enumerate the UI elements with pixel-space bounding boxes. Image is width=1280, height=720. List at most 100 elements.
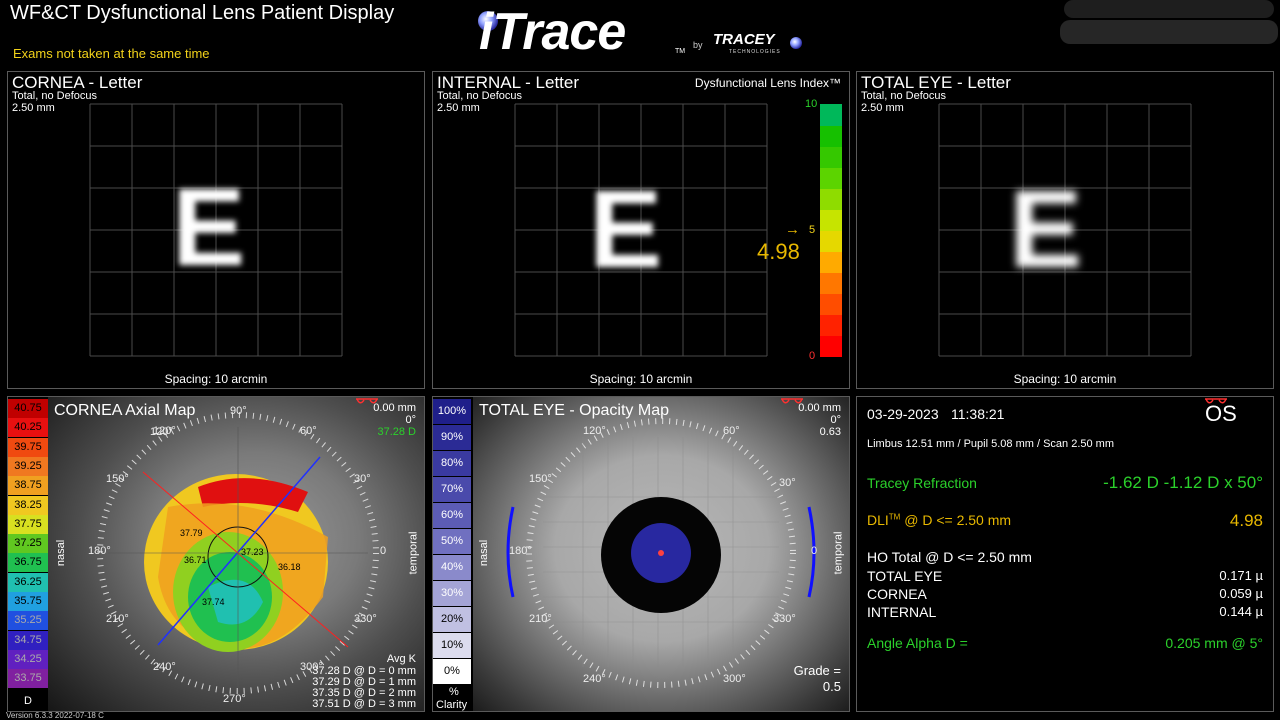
axial-scale-swatch: 35.75	[8, 592, 48, 611]
axial-scale-swatch: 35.25	[8, 611, 48, 631]
axial-map-label: 37.74	[202, 597, 225, 607]
axial-map-label: 37.79	[180, 528, 203, 538]
axial-scale-swatch: 40.75	[8, 399, 48, 418]
panel-title: CORNEA Axial Map	[54, 402, 196, 419]
dli-result-value: 4.98	[1229, 511, 1263, 530]
opacity-scale-swatch: 40%	[433, 555, 471, 580]
opacity-scale-swatch: 10%	[433, 633, 471, 658]
dli-scale-segment	[820, 209, 842, 231]
version-label: Version 6.3.3 2022-07-18 C	[6, 711, 104, 720]
opacity-scale-swatch: 0%	[433, 659, 471, 684]
axial-scale-swatch: 34.75	[8, 630, 48, 650]
tracey-logo-sub: TECHNOLOGIES	[729, 49, 781, 55]
temporal-label: temporal	[832, 531, 845, 575]
angle-label: 240°	[153, 661, 176, 673]
axial-scale-unit: D	[24, 695, 32, 707]
axial-scale-swatch: 36.75	[8, 553, 48, 573]
tracey-logo-text: TRACEY	[713, 31, 775, 48]
refraction-label: Tracey Refraction	[867, 475, 977, 491]
angle-90-label: 90°	[230, 405, 247, 417]
itrace-logo-text: iTrace	[479, 3, 626, 61]
avgk-title: Avg K	[386, 653, 416, 665]
dli-scale-segment	[820, 167, 842, 189]
cornea-axial-map-panel: 40.75 40.25 39.75 39.25 38.75 38.25 37.75 37.25…	[7, 396, 425, 712]
angle-label: 330°	[354, 613, 377, 625]
opacity-scale-swatch: 90%	[433, 425, 471, 450]
tracey-logo-dot-icon	[790, 37, 802, 49]
opacity-scale-swatch: 80%	[433, 451, 471, 476]
spacing-label: Spacing: 10 arcmin	[1013, 372, 1117, 386]
itrace-logo: iTrace TM by TRACEY TECHNOLOGIES	[475, 3, 805, 62]
opacity-scale-label: Clarity	[436, 699, 468, 711]
nasal-label: nasal	[478, 539, 491, 567]
axial-info-angle: 0°	[405, 414, 416, 426]
axial-map-label: 37.23	[241, 547, 264, 557]
opacity-scale-swatch: 70%	[433, 477, 471, 502]
ho-row-value: 0.059 µ	[1219, 586, 1263, 601]
dli-scale-mid: 5	[809, 224, 816, 236]
grade-label: Grade =	[793, 663, 841, 678]
dli-label-tm: TM	[888, 512, 901, 522]
ho-row-label: INTERNAL	[867, 604, 937, 620]
axial-scale-swatch: 36.25	[8, 572, 48, 592]
axial-map-label: 36.18	[278, 562, 301, 572]
ho-row-value: 0.171 µ	[1219, 568, 1263, 583]
axial-scale-swatch: 39.25	[8, 456, 48, 476]
dli-label-range: @ D <= 2.50 mm	[900, 512, 1012, 528]
angle-label: 300°	[723, 673, 746, 685]
angle-label: 120°	[153, 425, 176, 437]
angle-label: 150°	[106, 473, 129, 485]
angle-label: 240°	[583, 673, 606, 685]
exam-date: 03-29-2023	[867, 406, 939, 422]
angle-alpha-label: Angle Alpha D =	[867, 635, 968, 651]
total-eye-letter-panel: TOTAL EYE - Letter Total, no Defocus 2.5…	[856, 71, 1274, 389]
opacity-color-scale: 100% 90% 80% 70% 60% 50% 40% 30% 20% 10% 0%	[433, 399, 471, 685]
top-right-placeholder-1	[1064, 0, 1274, 18]
spacing-label: Spacing: 10 arcmin	[589, 372, 693, 386]
exam-time: 11:38:21	[951, 406, 1005, 422]
app-title: WF&CT Dysfunctional Lens Patient Display	[10, 2, 395, 24]
itrace-logo-tm: TM	[675, 48, 686, 55]
angle-label: 60°	[300, 425, 317, 437]
angle-label: 30°	[779, 477, 796, 489]
itrace-logo-by: by	[693, 40, 703, 50]
angle-label: 180°	[509, 545, 532, 557]
eye-side: OS	[1205, 401, 1237, 426]
angle-label: 270°	[223, 693, 246, 705]
angle-label: 60°	[723, 425, 740, 437]
letter-e-image: E	[589, 168, 663, 291]
dli-arrow-icon: →	[785, 221, 800, 238]
axial-map-label: 36.71	[184, 555, 207, 565]
axial-scale-swatch: 33.75	[8, 669, 48, 689]
nasal-label: nasal	[55, 539, 68, 567]
ho-title: HO Total @ D <= 2.50 mm	[867, 549, 1032, 565]
angle-label: 330°	[773, 613, 796, 625]
axial-scale-swatch: 34.25	[8, 649, 48, 669]
opacity-scale-swatch: 20%	[433, 607, 471, 632]
opacity-scale-swatch: 50%	[433, 529, 471, 554]
dli-scale-segment	[820, 104, 842, 126]
dli-scale-segment	[820, 335, 842, 357]
dli-label: DLITM @ D <= 2.50 mm	[867, 512, 1011, 528]
opacity-info-angle: 0°	[830, 414, 841, 426]
opacity-scale-unit: %	[449, 686, 459, 698]
angle-label: 30°	[354, 473, 371, 485]
dli-value: 4.98	[757, 239, 800, 264]
angle-alpha-value: 0.205 mm @ 5°	[1165, 635, 1263, 651]
dli-scale-segment	[820, 314, 842, 336]
angle-label: 180°	[88, 545, 111, 557]
axial-scale-swatch: 38.75	[8, 476, 48, 496]
axial-info-distance: 0.00 mm	[373, 402, 416, 414]
letter-e-image: E	[1009, 168, 1083, 291]
warning-text: Exams not taken at the same time	[13, 46, 210, 61]
axial-color-scale: 40.75 40.25 39.75 39.25 38.75 38.25 37.75 37.25…	[8, 399, 48, 689]
dli-label-text: DLI	[867, 512, 889, 528]
angle-label: 150°	[529, 473, 552, 485]
opacity-scale-swatch: 60%	[433, 503, 471, 528]
top-right-placeholder-2	[1060, 20, 1278, 44]
angle-label: 120°	[583, 425, 606, 437]
axial-scale-swatch: 39.75	[8, 437, 48, 457]
dli-scale-segment	[820, 293, 842, 315]
dli-scale-segment	[820, 125, 842, 147]
temporal-label: temporal	[407, 531, 420, 575]
